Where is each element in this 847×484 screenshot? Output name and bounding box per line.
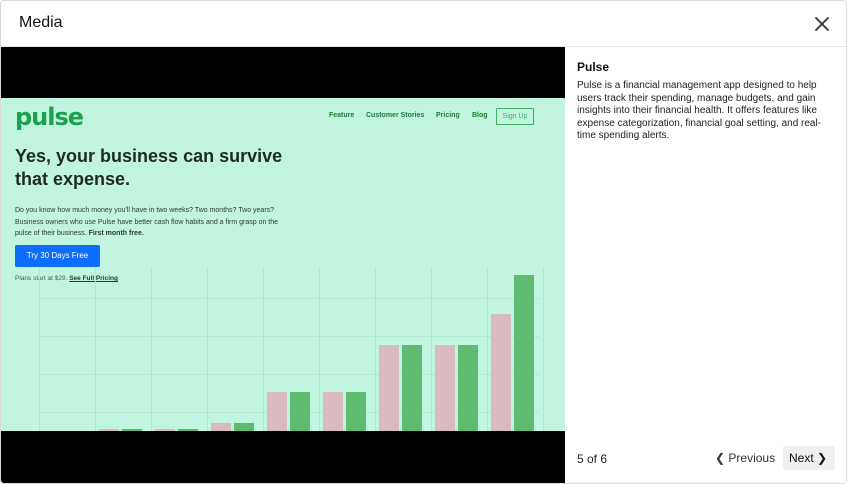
- grid-line: [487, 268, 488, 431]
- dialog-title: Media: [19, 14, 63, 31]
- bar-chart-graphic: [1, 98, 565, 431]
- page-counter: 5 of 6: [577, 452, 608, 466]
- bar-green: [402, 345, 422, 431]
- dialog-header: Media: [1, 1, 846, 47]
- bar-pink: [491, 314, 511, 431]
- grid-line: [39, 298, 539, 299]
- bar-pink: [323, 392, 343, 431]
- previous-button[interactable]: ❮ Previous: [711, 446, 777, 470]
- bar-green: [290, 392, 310, 431]
- grid-line: [319, 268, 320, 431]
- close-button[interactable]: [812, 14, 832, 34]
- bar-pink: [99, 429, 119, 431]
- media-title: Pulse: [577, 60, 610, 74]
- bar-green: [458, 345, 478, 431]
- bar-pink: [435, 345, 455, 431]
- grid-line: [263, 268, 264, 431]
- media-viewer: pulse Feature Customer Stories Pricing B…: [1, 47, 565, 483]
- bar-green: [514, 275, 534, 431]
- next-label: Next: [789, 451, 814, 465]
- bar-green: [122, 429, 142, 431]
- grid-line: [151, 268, 152, 431]
- media-description: Pulse is a financial management app desi…: [577, 80, 822, 142]
- grid-line: [431, 268, 432, 431]
- bar-pink: [211, 423, 231, 431]
- bar-pink: [267, 392, 287, 431]
- grid-line: [543, 268, 544, 431]
- bar-pink: [379, 345, 399, 431]
- bar-green: [178, 429, 198, 431]
- grid-line: [39, 268, 40, 431]
- grid-line: [95, 268, 96, 431]
- grid-line: [207, 268, 208, 431]
- media-dialog: Media pulse Feature Customer Stories Pri…: [0, 0, 847, 484]
- chevron-left-icon: ❮: [715, 451, 726, 465]
- close-icon: [815, 17, 829, 31]
- media-image: pulse Feature Customer Stories Pricing B…: [1, 98, 565, 431]
- grid-line: [375, 268, 376, 431]
- bar-pink: [155, 429, 175, 431]
- grid-line: [39, 336, 539, 337]
- bar-green: [234, 423, 254, 431]
- details-panel: Pulse Pulse is a financial management ap…: [565, 47, 846, 483]
- bar-green: [346, 392, 366, 431]
- previous-label: Previous: [728, 451, 776, 465]
- chevron-right-icon: ❯: [817, 451, 828, 465]
- next-button[interactable]: Next ❯: [783, 446, 835, 470]
